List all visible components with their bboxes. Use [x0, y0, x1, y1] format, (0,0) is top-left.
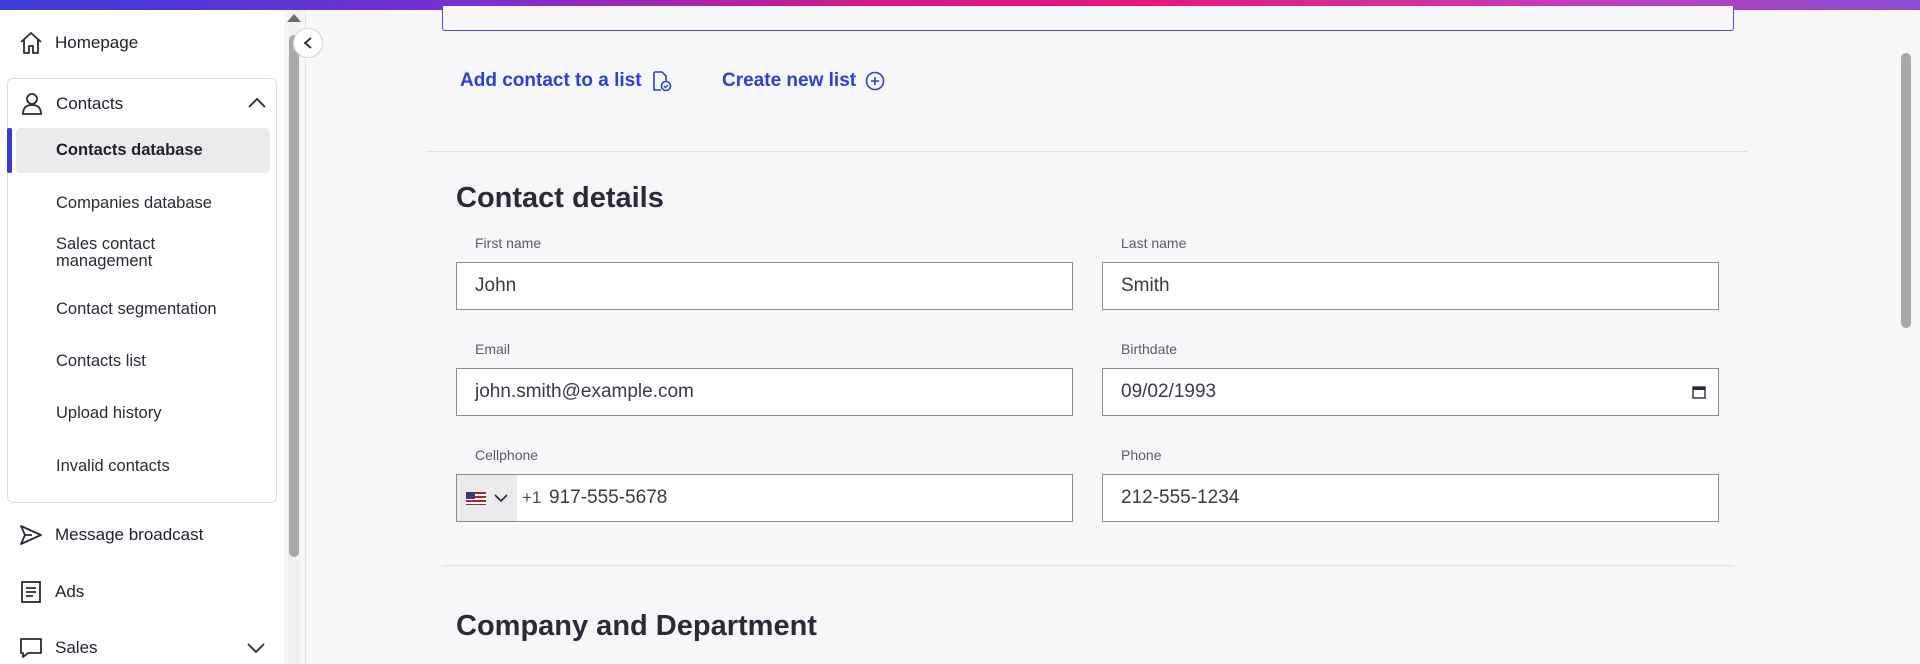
send-icon — [20, 525, 42, 545]
main-content: Add contact to a list Create new list Co… — [306, 6, 1900, 664]
sidebar-scrollbar-thumb[interactable] — [289, 35, 299, 557]
sidebar-item-label: Ads — [55, 582, 85, 601]
scroll-up-arrow-icon[interactable] — [287, 14, 301, 22]
chat-icon — [20, 638, 42, 658]
sidebar-item-contact-segmentation[interactable]: Contact segmentation — [16, 289, 270, 329]
country-dial-code: +1 — [522, 488, 542, 507]
cellphone-label: Cellphone — [475, 447, 539, 463]
plus-circle-icon — [865, 71, 885, 91]
birthdate-value: 09/02/1993 — [1121, 381, 1217, 402]
calendar-icon[interactable] — [1692, 385, 1706, 399]
cellphone-field[interactable]: +1 917-555-5678 — [456, 474, 1073, 522]
phone-label: Phone — [1121, 447, 1162, 463]
first-name-field[interactable]: John — [456, 262, 1073, 310]
last-name-label: Last name — [1121, 235, 1187, 251]
email-field[interactable]: john.smith@example.com — [456, 368, 1073, 416]
person-icon — [22, 93, 42, 115]
birthdate-label: Birthdate — [1121, 341, 1178, 357]
sidebar-item-message-broadcast[interactable]: Message broadcast — [0, 510, 284, 560]
sidebar-item-ads[interactable]: Ads — [0, 567, 284, 617]
first-name-label: First name — [475, 235, 542, 251]
sidebar-item-contacts[interactable]: Contacts — [1, 79, 285, 129]
main-scrollbar-thumb[interactable] — [1901, 53, 1911, 328]
last-name-value: Smith — [1121, 275, 1170, 296]
sidebar-item-label: Homepage — [55, 33, 139, 52]
contact-details-title: Contact details — [456, 182, 664, 214]
sidebar-item-contacts-database[interactable]: Contacts database — [16, 128, 270, 173]
document-icon — [21, 581, 41, 603]
sidebar-item-sales[interactable]: Sales — [0, 623, 284, 664]
email-label: Email — [475, 341, 511, 357]
sidebar-item-label: Contacts — [56, 94, 124, 113]
home-icon — [20, 32, 42, 54]
add-to-list-icon — [652, 71, 671, 92]
section-divider — [426, 151, 1748, 152]
sidebar-item-label: Sales — [55, 638, 98, 657]
create-new-list-button[interactable]: Create new list — [722, 70, 886, 92]
sidebar: Homepage Contacts Contacts database Comp… — [0, 10, 284, 664]
contacts-group: Contacts Contacts database Companies dat… — [7, 78, 277, 503]
country-code-selector[interactable] — [457, 475, 517, 521]
cellphone-value: 917-555-5678 — [549, 487, 668, 508]
email-value: john.smith@example.com — [475, 381, 694, 402]
chevron-up-icon[interactable] — [247, 96, 267, 110]
birthdate-field[interactable]: 09/02/1993 — [1102, 368, 1719, 416]
first-name-value: John — [475, 275, 517, 296]
sidebar-item-invalid-contacts[interactable]: Invalid contacts — [16, 446, 270, 486]
sidebar-item-sales-contact-management[interactable]: Sales contact management — [16, 231, 236, 275]
section-divider — [442, 565, 1734, 566]
add-contact-to-list-button[interactable]: Add contact to a list — [460, 70, 672, 92]
sidebar-item-homepage[interactable]: Homepage — [0, 18, 284, 68]
sidebar-item-contacts-list[interactable]: Contacts list — [16, 341, 270, 381]
phone-value: 212-555-1234 — [1121, 487, 1240, 508]
sidebar-item-label: Message broadcast — [55, 525, 204, 544]
phone-field[interactable]: 212-555-1234 — [1102, 474, 1719, 522]
active-indicator — [7, 128, 12, 173]
chevron-down-icon — [494, 494, 508, 503]
company-department-title: Company and Department — [456, 610, 817, 642]
sidebar-item-upload-history[interactable]: Upload history — [16, 393, 270, 433]
previous-section-box — [442, 6, 1734, 31]
create-list-label: Create new list — [722, 70, 857, 91]
add-to-list-label: Add contact to a list — [460, 70, 642, 91]
last-name-field[interactable]: Smith — [1102, 262, 1719, 310]
sidebar-item-companies-database[interactable]: Companies database — [16, 183, 270, 223]
chevron-down-icon[interactable] — [246, 641, 266, 655]
us-flag-icon — [466, 491, 486, 505]
